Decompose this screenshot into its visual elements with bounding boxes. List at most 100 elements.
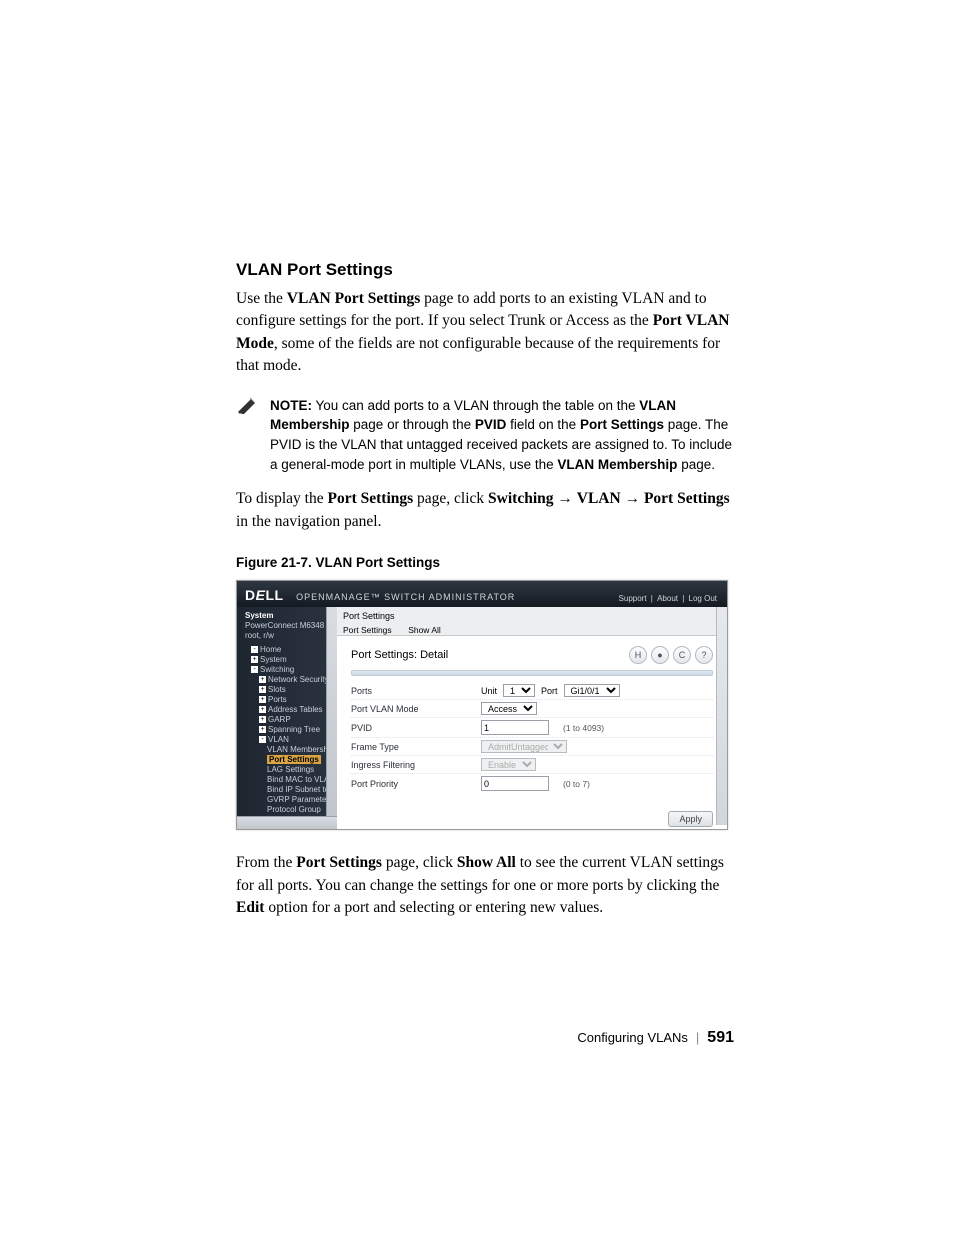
text: page, click bbox=[413, 490, 488, 507]
tab-show-all[interactable]: Show All bbox=[408, 625, 441, 635]
label-priority: Port Priority bbox=[351, 779, 481, 789]
text-bold: Switching bbox=[488, 490, 553, 507]
tab-top: Port Settings bbox=[343, 611, 395, 623]
nav-user: root, r/w bbox=[241, 631, 337, 641]
screenshot-figure: DELL OPENMANAGE™ SWITCH ADMINISTRATOR Su… bbox=[236, 580, 728, 830]
text: → bbox=[554, 490, 577, 507]
range-pvid: (1 to 4093) bbox=[563, 723, 604, 733]
text: in the navigation panel. bbox=[236, 513, 382, 530]
text: , some of the fields are not configurabl… bbox=[236, 335, 720, 374]
nav-item[interactable]: +GARP bbox=[241, 715, 337, 725]
note-label: NOTE: bbox=[270, 398, 312, 413]
nav-item[interactable]: Bind MAC to VLA bbox=[241, 775, 337, 785]
sidebar-scrollbar-horizontal[interactable] bbox=[237, 816, 337, 829]
main-scrollbar-vertical[interactable] bbox=[716, 607, 727, 825]
select-port[interactable]: Gi1/0/1 bbox=[564, 684, 620, 697]
tab-port-settings[interactable]: Port Settings bbox=[343, 625, 392, 635]
nav-item[interactable]: VLAN Membersh bbox=[241, 745, 337, 755]
text-bold: PVID bbox=[475, 417, 507, 432]
help-icon[interactable]: ? bbox=[695, 646, 713, 664]
text-bold: Edit bbox=[236, 899, 264, 916]
figure-caption: Figure 21-7. VLAN Port Settings bbox=[236, 555, 734, 570]
range-priority: (0 to 7) bbox=[563, 779, 590, 789]
footer-page-number: 591 bbox=[707, 1029, 734, 1047]
note-icon bbox=[236, 396, 262, 419]
label-ports: Ports bbox=[351, 686, 481, 696]
footer-chapter: Configuring VLANs bbox=[577, 1030, 688, 1045]
text: option for a port and selecting or enter… bbox=[264, 899, 603, 916]
note-block: NOTE: You can add ports to a VLAN throug… bbox=[236, 396, 734, 474]
text-bold: VLAN Membership bbox=[557, 457, 677, 472]
panel-title: Port Settings: Detail bbox=[351, 649, 448, 661]
label-ingress: Ingress Filtering bbox=[351, 760, 481, 770]
text-bold: Show All bbox=[457, 854, 516, 871]
select-unit[interactable]: 1 bbox=[503, 684, 535, 697]
input-pvid[interactable] bbox=[481, 720, 549, 735]
text: → bbox=[621, 490, 644, 507]
print-icon[interactable]: ● bbox=[651, 646, 669, 664]
settings-form: Ports Unit 1 Port Gi1/0/1 Port VLAN Mode bbox=[351, 682, 713, 793]
panel-separator bbox=[351, 670, 713, 676]
select-frame-type: AdmitUntaggedOnly bbox=[481, 740, 567, 753]
nav-item[interactable]: Protocol Group bbox=[241, 805, 337, 815]
note-text: NOTE: You can add ports to a VLAN throug… bbox=[270, 396, 734, 474]
label-frame-type: Frame Type bbox=[351, 742, 481, 752]
intro-paragraph: Use the VLAN Port Settings page to add p… bbox=[236, 288, 734, 378]
panel-action-icons: H ● C ? bbox=[629, 646, 713, 664]
label-unit: Unit bbox=[481, 686, 497, 696]
breadcrumb-tabs: Port Settings Port Settings Show All bbox=[337, 607, 727, 636]
footer-separator: | bbox=[696, 1030, 699, 1045]
nav-item[interactable]: +Slots bbox=[241, 685, 337, 695]
save-icon[interactable]: H bbox=[629, 646, 647, 664]
text-bold: Port Settings bbox=[327, 490, 413, 507]
nav-item[interactable]: +Network Security bbox=[241, 675, 337, 685]
text: You can add ports to a VLAN through the … bbox=[312, 398, 639, 413]
brand-logo: DELL bbox=[245, 587, 284, 603]
input-priority[interactable] bbox=[481, 776, 549, 791]
select-ingress: Enable bbox=[481, 758, 536, 771]
page-footer: Configuring VLANs | 591 bbox=[236, 1029, 734, 1047]
label-pvid: PVID bbox=[351, 723, 481, 733]
link-logout[interactable]: Log Out bbox=[689, 594, 717, 603]
label-vlan-mode: Port VLAN Mode bbox=[351, 704, 481, 714]
app-subtitle: OPENMANAGE™ SWITCH ADMINISTRATOR bbox=[296, 592, 515, 602]
refresh-icon[interactable]: C bbox=[673, 646, 691, 664]
link-support[interactable]: Support bbox=[619, 594, 647, 603]
nav-item[interactable]: +System bbox=[241, 655, 337, 665]
closing-paragraph: From the Port Settings page, click Show … bbox=[236, 852, 734, 919]
nav-paragraph: To display the Port Settings page, click… bbox=[236, 488, 734, 533]
text: page. bbox=[677, 457, 715, 472]
text-bold: Port Settings bbox=[644, 490, 730, 507]
link-about[interactable]: About bbox=[657, 594, 678, 603]
section-heading: VLAN Port Settings bbox=[236, 260, 734, 280]
nav-item[interactable]: -VLAN bbox=[241, 735, 337, 745]
app-header: DELL OPENMANAGE™ SWITCH ADMINISTRATOR Su… bbox=[237, 581, 727, 607]
nav-device: PowerConnect M6348 bbox=[241, 621, 337, 631]
nav-item[interactable]: GVRP Paramete bbox=[241, 795, 337, 805]
text: field on the bbox=[506, 417, 580, 432]
apply-button[interactable]: Apply bbox=[668, 811, 713, 827]
main-panel: Port Settings Port Settings Show All Por… bbox=[337, 607, 727, 825]
sidebar-scrollbar-vertical[interactable] bbox=[326, 607, 337, 817]
nav-system-label: System bbox=[241, 611, 337, 621]
nav-item[interactable]: LAG Settings bbox=[241, 765, 337, 775]
text: From the bbox=[236, 854, 296, 871]
nav-item[interactable]: +Address Tables bbox=[241, 705, 337, 715]
nav-item[interactable]: Port Settings bbox=[241, 755, 337, 765]
text: Use the bbox=[236, 290, 287, 307]
select-vlan-mode[interactable]: Access bbox=[481, 702, 537, 715]
nav-item[interactable]: Bind IP Subnet to bbox=[241, 785, 337, 795]
sidebar-nav[interactable]: System PowerConnect M6348 root, r/w -Hom… bbox=[237, 607, 337, 829]
text: To display the bbox=[236, 490, 327, 507]
text-bold: VLAN Port Settings bbox=[287, 290, 420, 307]
text-bold: Port Settings bbox=[296, 854, 382, 871]
text-bold: Port Settings bbox=[580, 417, 664, 432]
nav-item[interactable]: +Spanning Tree bbox=[241, 725, 337, 735]
text: page or through the bbox=[350, 417, 475, 432]
nav-item[interactable]: -Home bbox=[241, 645, 337, 655]
text-bold: VLAN bbox=[577, 490, 621, 507]
label-port: Port bbox=[541, 686, 558, 696]
header-links: Support | About | Log Out bbox=[617, 594, 719, 603]
nav-item[interactable]: +Ports bbox=[241, 695, 337, 705]
nav-item[interactable]: -Switching bbox=[241, 665, 337, 675]
